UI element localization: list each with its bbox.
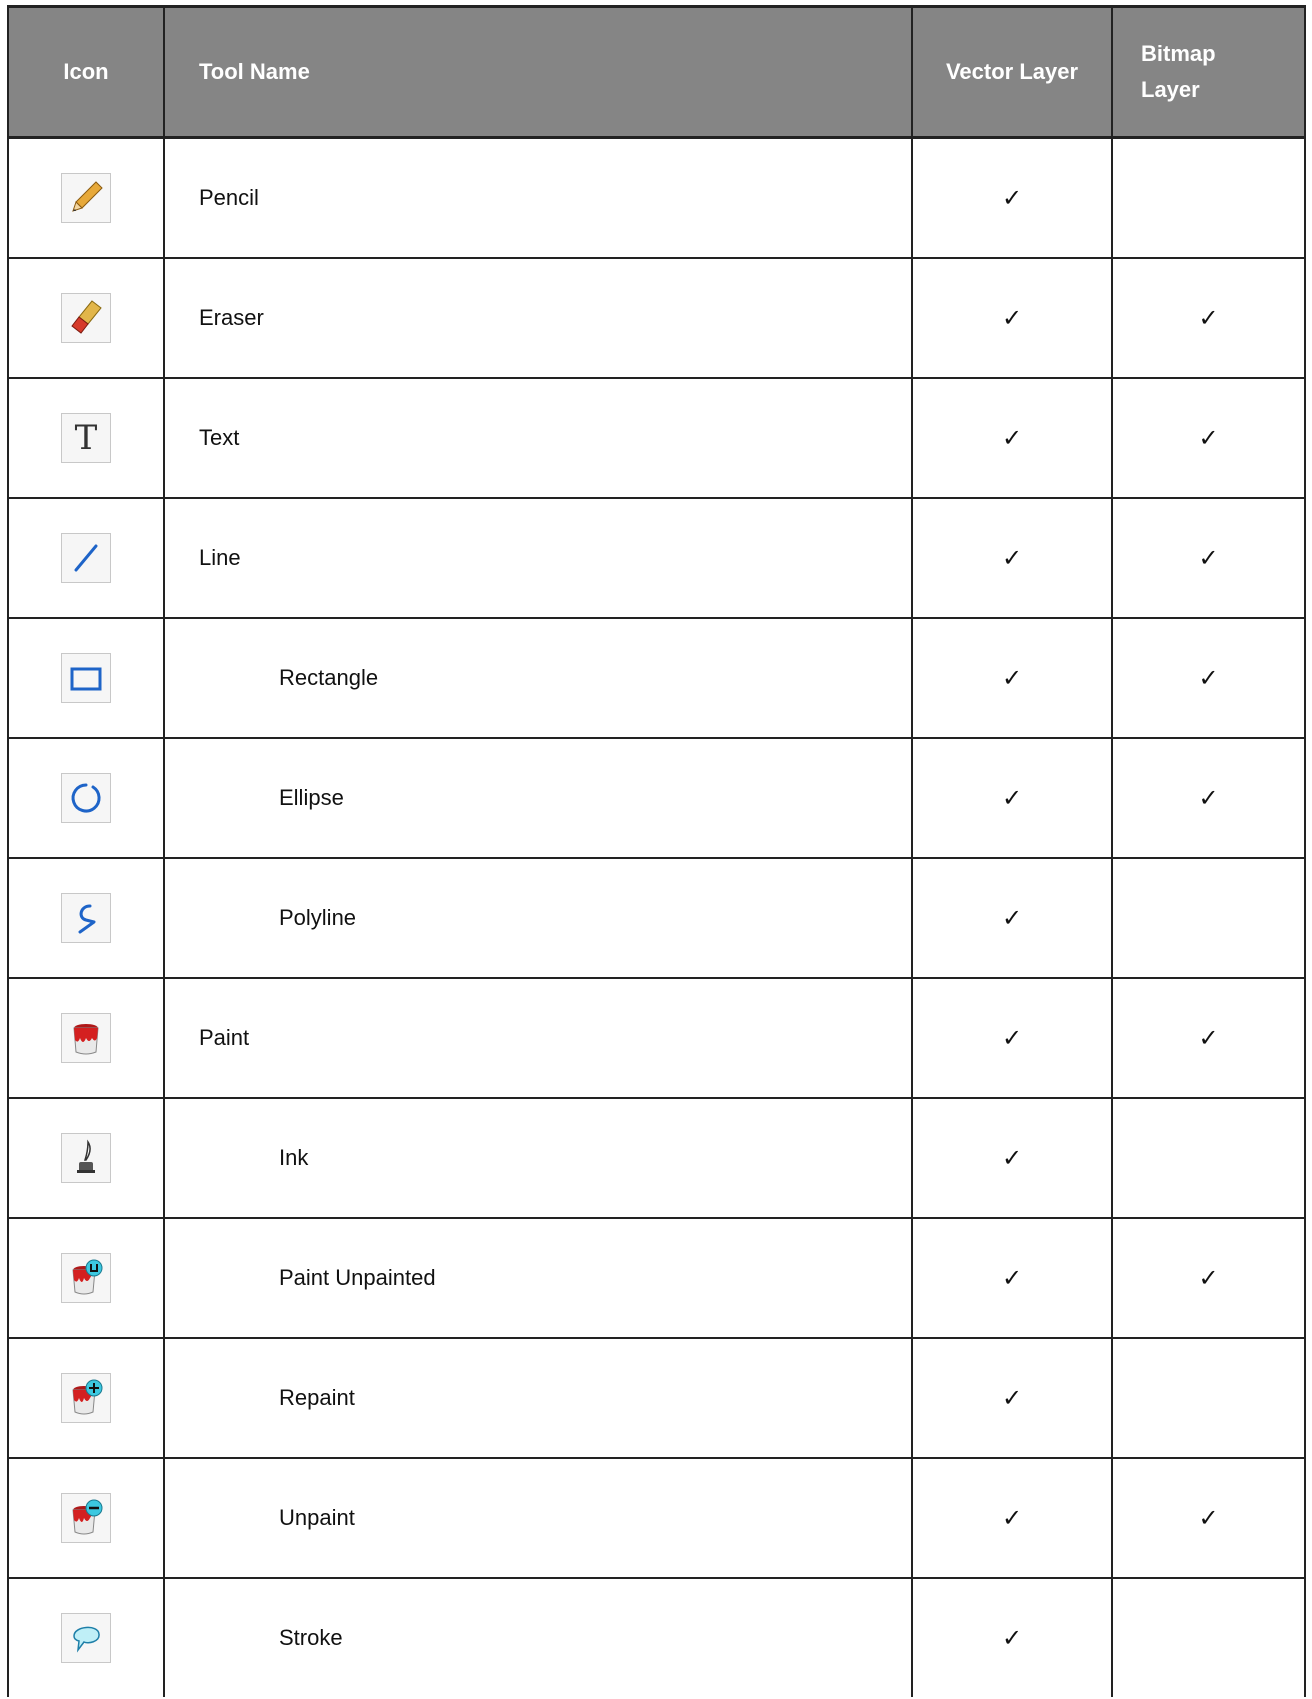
table-row: Ellipse ✓ ✓ [9, 739, 1304, 859]
tool-name-cell: Rectangle [165, 619, 913, 737]
header-bitmap-line1: Bitmap [1141, 41, 1216, 66]
table-row: Ink ✓ [9, 1099, 1304, 1219]
bitmap-layer-check: ✓ [1198, 304, 1219, 332]
vector-layer-check: ✓ [913, 979, 1113, 1097]
icon-cell [9, 1099, 165, 1217]
tool-name: Paint Unpainted [279, 1265, 436, 1290]
tool-name-cell: Ink [165, 1099, 913, 1217]
paint-unpainted-icon [61, 1253, 111, 1303]
icon-cell [9, 1579, 165, 1697]
icon-cell [9, 619, 165, 737]
tool-name-cell: Polyline [165, 859, 913, 977]
tool-name-cell: Repaint [165, 1339, 913, 1457]
table-row: Repaint ✓ [9, 1339, 1304, 1459]
vector-layer-check: ✓ [913, 1219, 1113, 1337]
bitmap-layer-check [1113, 1339, 1304, 1457]
vector-layer-check: ✓ [913, 1579, 1113, 1697]
table-row: Line ✓ ✓ [9, 499, 1304, 619]
tool-name: Unpaint [279, 1505, 355, 1530]
table-row: Paint Unpainted ✓ ✓ [9, 1219, 1304, 1339]
tool-name-cell: Paint [165, 979, 913, 1097]
bitmap-layer-check: ✓ [1198, 1024, 1219, 1052]
table-row: Pencil ✓ [9, 139, 1304, 259]
tool-name: Pencil [199, 185, 259, 210]
repaint-icon [61, 1373, 111, 1423]
table-row: Paint ✓ ✓ [9, 979, 1304, 1099]
vector-layer-check: ✓ [913, 139, 1113, 257]
tool-name-cell: Stroke [165, 1579, 913, 1697]
line-icon [61, 533, 111, 583]
tool-name-cell: Line [165, 499, 913, 617]
icon-cell [9, 139, 165, 257]
bitmap-layer-check [1113, 1579, 1304, 1697]
bitmap-layer-check: ✓ [1198, 424, 1219, 452]
table-row: T Text ✓ ✓ [9, 379, 1304, 499]
table-row: Rectangle ✓ ✓ [9, 619, 1304, 739]
icon-cell [9, 499, 165, 617]
table-row: Stroke ✓ [9, 1579, 1304, 1699]
icon-cell [9, 1219, 165, 1337]
bitmap-layer-check: ✓ [1198, 544, 1219, 572]
header-vector-layer: Vector Layer [913, 8, 1113, 136]
tool-name-cell: Eraser [165, 259, 913, 377]
bitmap-layer-check [1113, 859, 1304, 977]
header-bitmap-line2: Layer [1141, 77, 1200, 102]
tool-name: Stroke [279, 1625, 343, 1650]
stroke-icon [61, 1613, 111, 1663]
tool-name: Eraser [199, 305, 264, 330]
tool-name: Line [199, 545, 241, 570]
header-tool-name: Tool Name [165, 8, 913, 136]
bitmap-layer-check: ✓ [1198, 664, 1219, 692]
tool-name: Polyline [279, 905, 357, 930]
vector-layer-check: ✓ [913, 379, 1113, 497]
pencil-icon [61, 173, 111, 223]
vector-layer-check: ✓ [913, 1099, 1113, 1217]
icon-cell [9, 739, 165, 857]
vector-layer-check: ✓ [913, 859, 1113, 977]
vector-layer-check: ✓ [913, 619, 1113, 737]
icon-cell [9, 1459, 165, 1577]
vector-layer-check: ✓ [913, 259, 1113, 377]
vector-layer-check: ✓ [913, 1459, 1113, 1577]
bitmap-layer-check: ✓ [1198, 1504, 1219, 1532]
bitmap-layer-check: ✓ [1198, 784, 1219, 812]
icon-cell [9, 1339, 165, 1457]
icon-cell [9, 979, 165, 1097]
vector-layer-check: ✓ [913, 739, 1113, 857]
table-row: Polyline ✓ [9, 859, 1304, 979]
icon-cell [9, 859, 165, 977]
eraser-icon [61, 293, 111, 343]
ink-icon [61, 1133, 111, 1183]
table-row: Unpaint ✓ ✓ [9, 1459, 1304, 1579]
vector-layer-check: ✓ [913, 499, 1113, 617]
bitmap-layer-check [1113, 139, 1304, 257]
icon-cell: T [9, 379, 165, 497]
tools-table: Icon Tool Name Vector Layer Bitmap Layer… [7, 5, 1306, 1697]
polyline-icon [61, 893, 111, 943]
tool-name: Repaint [279, 1385, 355, 1410]
table-header: Icon Tool Name Vector Layer Bitmap Layer [9, 8, 1304, 139]
rectangle-icon [61, 653, 111, 703]
ellipse-icon [61, 773, 111, 823]
tool-name: Rectangle [279, 665, 379, 690]
tool-name: Ellipse [279, 785, 344, 810]
tool-name-cell: Ellipse [165, 739, 913, 857]
tool-name-cell: Text [165, 379, 913, 497]
header-icon: Icon [9, 8, 165, 136]
bitmap-layer-check [1113, 1099, 1304, 1217]
paint-bucket-icon [61, 1013, 111, 1063]
text-icon: T [61, 413, 111, 463]
icon-cell [9, 259, 165, 377]
header-bitmap-layer: Bitmap Layer [1113, 8, 1304, 136]
tool-name-cell: Unpaint [165, 1459, 913, 1577]
tool-name-cell: Paint Unpainted [165, 1219, 913, 1337]
bitmap-layer-check: ✓ [1198, 1264, 1219, 1292]
tool-name: Text [199, 425, 240, 450]
tool-name-cell: Pencil [165, 139, 913, 257]
tool-name: Ink [279, 1145, 309, 1170]
vector-layer-check: ✓ [913, 1339, 1113, 1457]
unpaint-icon [61, 1493, 111, 1543]
tool-name: Paint [199, 1025, 250, 1050]
table-row: Eraser ✓ ✓ [9, 259, 1304, 379]
